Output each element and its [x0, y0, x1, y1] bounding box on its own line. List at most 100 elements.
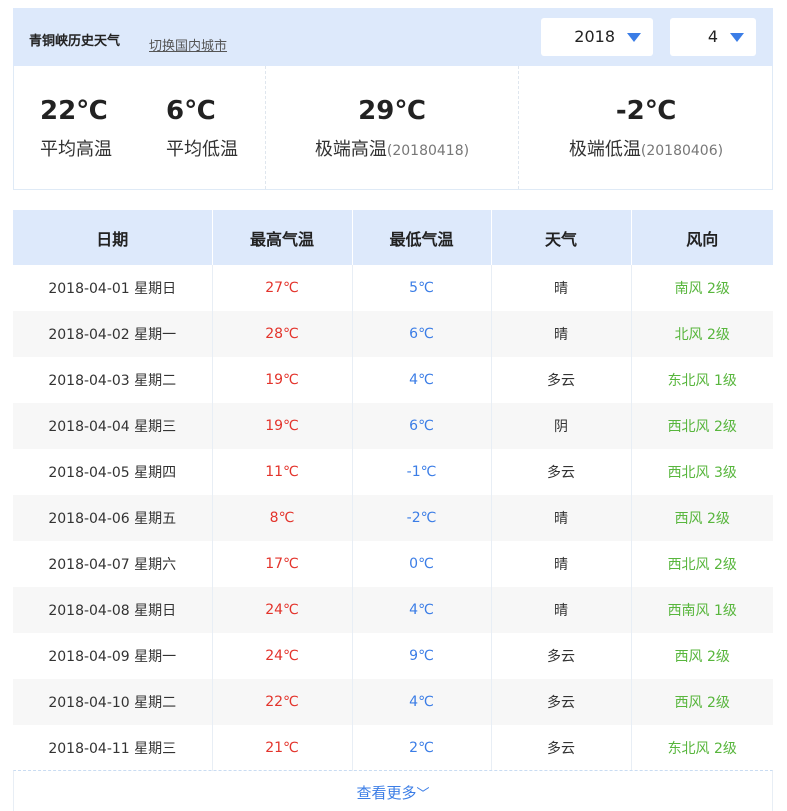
cell-high-temp: 19℃	[212, 403, 353, 449]
cell-weather: 多云	[491, 679, 632, 725]
col-header-date: 日期	[13, 210, 213, 265]
cell-wind: 东北风 2级	[667, 741, 737, 757]
table-row: 2018-04-09 星期一 24℃ 9℃ 多云 西风 2级	[13, 633, 773, 679]
cell-wind: 西南风 1级	[631, 587, 773, 633]
cell-date: 2018-04-06 星期五	[13, 495, 213, 541]
col-header-wind: 风向	[631, 210, 773, 265]
cell-high-temp: 27℃	[212, 265, 353, 311]
avg-low-block: 6℃ 平均低温	[166, 66, 238, 189]
cell-wind: 西北风 2级	[631, 403, 773, 449]
cell-wind: 西北风 3级	[667, 465, 737, 481]
cell-high-temp: 21℃	[212, 725, 353, 771]
table-row: 2018-04-08 星期日 24℃ 4℃ 晴西南风 1级	[13, 587, 773, 633]
dropdown-arrow-icon	[730, 33, 744, 42]
extreme-high-value: 29℃	[358, 96, 426, 126]
col-header-weather: 天气	[491, 210, 632, 265]
table-row: 2018-04-03 星期二 19℃ 4℃ 多云 东北风 1级	[13, 357, 773, 403]
cell-weather: 晴	[491, 495, 632, 541]
dropdown-arrow-icon	[627, 33, 641, 42]
cell-high-temp: 28℃	[212, 311, 353, 357]
cell-weather: 多云	[491, 725, 632, 771]
extreme-low-value: -2℃	[615, 96, 677, 126]
cell-weather: 多云	[491, 357, 632, 403]
table-row: 2018-04-11 星期三 21℃ 2℃ 多云 东北风 2级	[13, 725, 773, 771]
cell-date: 2018-04-09 星期一	[13, 633, 213, 679]
cell-low-temp: 2℃	[352, 725, 492, 771]
cell-weather: 晴	[491, 265, 632, 311]
cell-weather: 晴	[491, 587, 632, 633]
cell-high-temp: 24℃	[212, 587, 353, 633]
cell-high-temp: 24℃	[212, 633, 353, 679]
cell-wind: 西风 2级	[631, 679, 773, 725]
switch-city-link[interactable]: 切换国内城市	[149, 35, 227, 54]
month-select[interactable]: 4	[670, 18, 756, 56]
cell-date: 2018-04-01 星期日	[13, 265, 213, 311]
cell-high-temp: 8℃	[212, 495, 353, 541]
cell-low-temp: 4℃	[352, 587, 492, 633]
cell-date: 2018-04-08 星期日	[13, 587, 213, 633]
extreme-low-label: 极端低温	[568, 139, 641, 160]
col-header-low: 最低气温	[352, 210, 492, 265]
table-row: 2018-04-06 星期五 8℃ -2℃ 晴西风 2级	[13, 495, 773, 541]
cell-low-temp: 9℃	[352, 633, 492, 679]
cell-low-temp: -2℃	[352, 495, 492, 541]
cell-date: 2018-04-11 星期三	[13, 725, 213, 771]
cell-weather: 晴	[491, 541, 632, 587]
avg-high-block: 22℃ 平均高温	[40, 66, 112, 189]
cell-weather: 多云	[491, 449, 632, 495]
cell-high-temp: 22℃	[212, 679, 353, 725]
cell-wind: 西风 2级	[631, 495, 773, 541]
cell-date: 2018-04-02 星期一	[13, 311, 213, 357]
cell-high-temp: 11℃	[212, 449, 353, 495]
extreme-low-block: -2℃ 极端低温(20180406)	[519, 66, 773, 189]
extreme-high-label: 极端高温	[314, 139, 387, 160]
month-value: 4	[707, 27, 718, 46]
table-row: 2018-04-10 星期二 22℃ 4℃ 多云 西风 2级	[13, 679, 773, 725]
table-row: 2018-04-02 星期一 28℃ 6℃ 晴北风 2级	[13, 311, 773, 357]
extreme-low-date: (20180406)	[640, 143, 724, 159]
cell-date: 2018-04-05 星期四	[13, 449, 213, 495]
avg-low-label: 平均低温	[166, 139, 238, 160]
col-header-high: 最高气温	[212, 210, 353, 265]
avg-high-label: 平均高温	[40, 139, 112, 160]
table-row: 2018-04-07 星期六 17℃ 0℃ 晴 西北风 2级	[13, 541, 773, 587]
cell-low-temp: 6℃	[352, 311, 492, 357]
cell-low-temp: 4℃	[352, 357, 492, 403]
load-more-bar: 查看更多﹀	[13, 770, 773, 811]
cell-date: 2018-04-07 星期六	[13, 541, 213, 587]
table-row: 2018-04-05 星期四 11℃ -1℃ 多云 西北风 3级	[13, 449, 773, 495]
history-table: 日期 最高气温 最低气温 天气 风向 2018-04-01 星期日 27℃ 5℃ 晴南…	[13, 210, 773, 771]
cell-weather: 晴	[491, 311, 632, 357]
table-header-row: 日期 最高气温 最低气温 天气 风向	[13, 210, 773, 265]
cell-low-temp: -1℃	[352, 449, 492, 495]
cell-high-temp: 17℃	[212, 541, 353, 587]
load-more-label: 查看更多	[356, 784, 417, 802]
table-row: 2018-04-01 星期日 27℃ 5℃ 晴 南风 2级	[13, 265, 773, 311]
avg-low-value: 6℃	[166, 96, 216, 126]
cell-date: 2018-04-03 星期二	[13, 357, 213, 403]
cell-wind: 东北风 1级	[667, 373, 737, 389]
cell-low-temp: 4℃	[352, 679, 492, 725]
avg-high-value: 22℃	[40, 96, 108, 126]
cell-date: 2018-04-04 星期三	[13, 403, 213, 449]
table-row: 2018-04-04 星期三 19℃ 6℃ 阴西北风 2级	[13, 403, 773, 449]
cell-wind: 西风 2级	[674, 649, 730, 665]
cell-weather: 多云	[491, 633, 632, 679]
monthly-summary: 22℃ 平均高温 6℃ 平均低温 29℃ 极端高温(20180418) -2℃ …	[13, 66, 773, 190]
cell-high-temp: 19℃	[212, 357, 353, 403]
cell-wind: 北风 2级	[631, 311, 773, 357]
year-select[interactable]: 2018	[541, 18, 653, 56]
top-bar: 青铜峡历史天气 切换国内城市 2018 4	[13, 8, 773, 66]
cell-weather: 阴	[491, 403, 632, 449]
cell-low-temp: 6℃	[352, 403, 492, 449]
extreme-high-date: (20180418)	[386, 143, 470, 159]
cell-low-temp: 5℃	[352, 265, 492, 311]
year-value: 2018	[574, 27, 615, 46]
cell-low-temp: 0℃	[352, 541, 492, 587]
extreme-high-block: 29℃ 极端高温(20180418)	[266, 66, 518, 189]
load-more-button[interactable]: 查看更多﹀	[356, 782, 429, 803]
cell-wind: 西北风 2级	[667, 557, 737, 573]
city-title: 青铜峡历史天气	[29, 34, 121, 49]
history-table-wrapper: 日期 最高气温 最低气温 天气 风向 2018-04-01 星期日 27℃ 5℃ 晴南…	[13, 210, 773, 771]
cell-date: 2018-04-10 星期二	[13, 679, 213, 725]
